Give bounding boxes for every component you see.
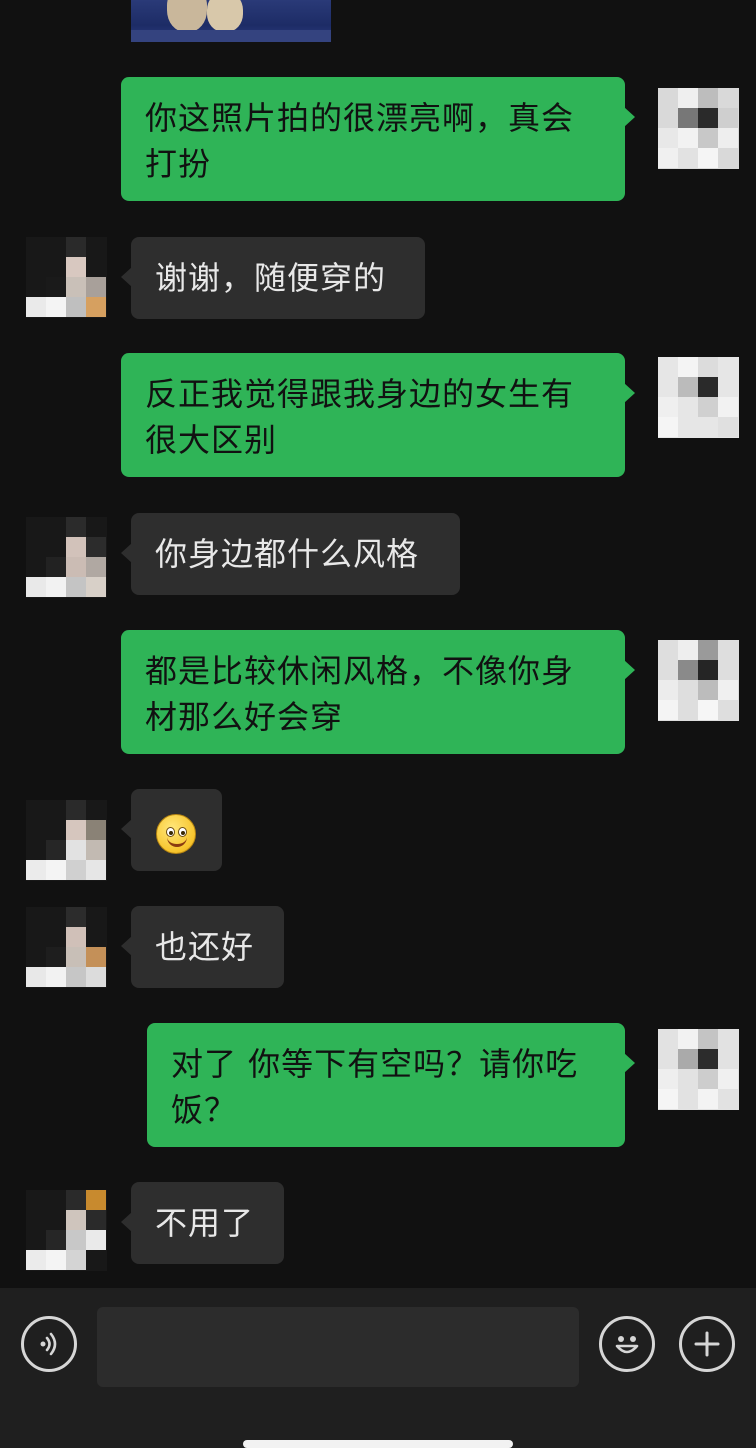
my-message-bubble[interactable]: 对了 你等下有空吗？请你吃饭？ (147, 1023, 635, 1147)
contact-message-bubble[interactable]: 你身边都什么风格 (121, 513, 460, 595)
photo-detail (131, 30, 331, 42)
my-avatar[interactable] (658, 88, 739, 169)
smiley-emoji-icon (156, 814, 196, 854)
message-text: 谢谢，随便穿的 (155, 259, 387, 297)
message-text: 不用了 (155, 1204, 255, 1242)
contact-avatar[interactable] (26, 907, 107, 988)
home-indicator[interactable] (243, 1440, 513, 1448)
message-text: 也还好 (155, 928, 255, 966)
message-text: 反正我觉得跟我身边的女生有很大区别 (145, 375, 575, 459)
contact-avatar[interactable] (26, 517, 107, 598)
input-bar (0, 1288, 756, 1400)
my-message-bubble[interactable]: 反正我觉得跟我身边的女生有很大区别 (121, 353, 635, 477)
photo-detail (167, 0, 207, 32)
emoji-icon[interactable] (599, 1316, 655, 1372)
my-avatar[interactable] (658, 640, 739, 721)
emoji-icon-glyph (615, 1336, 639, 1354)
contact-avatar[interactable] (26, 237, 107, 318)
chat-area[interactable]: 你这照片拍的很漂亮啊，真会打扮 谢谢，随便穿的 反正我觉得跟我身边的女生有很大区… (0, 0, 756, 1288)
contact-message-bubble[interactable]: 不用了 (121, 1182, 284, 1264)
message-text: 都是比较休闲风格，不像你身材那么好会穿 (145, 652, 575, 736)
plus-icon[interactable] (679, 1316, 735, 1372)
contact-message-bubble[interactable] (121, 789, 222, 871)
contact-avatar[interactable] (26, 1190, 107, 1271)
my-message-bubble[interactable]: 都是比较休闲风格，不像你身材那么好会穿 (121, 630, 635, 754)
message-text: 对了 你等下有空吗？请你吃饭？ (171, 1045, 579, 1129)
plus-icon-glyph (694, 1331, 720, 1357)
message-text: 你这照片拍的很漂亮啊，真会打扮 (145, 99, 575, 183)
my-avatar[interactable] (658, 1029, 739, 1110)
message-input[interactable] (97, 1307, 579, 1387)
contact-message-bubble[interactable]: 也还好 (121, 906, 284, 988)
contact-message-bubble[interactable]: 谢谢，随便穿的 (121, 237, 425, 319)
message-text: 你身边都什么风格 (155, 535, 420, 573)
bottom-safe-area (0, 1400, 756, 1448)
contact-avatar[interactable] (26, 800, 107, 881)
shared-photo[interactable] (131, 0, 331, 42)
photo-detail (207, 0, 243, 32)
my-message-bubble[interactable]: 你这照片拍的很漂亮啊，真会打扮 (121, 77, 635, 201)
voice-icon[interactable] (21, 1316, 77, 1372)
voice-icon-glyph (40, 1332, 57, 1356)
my-avatar[interactable] (658, 357, 739, 438)
